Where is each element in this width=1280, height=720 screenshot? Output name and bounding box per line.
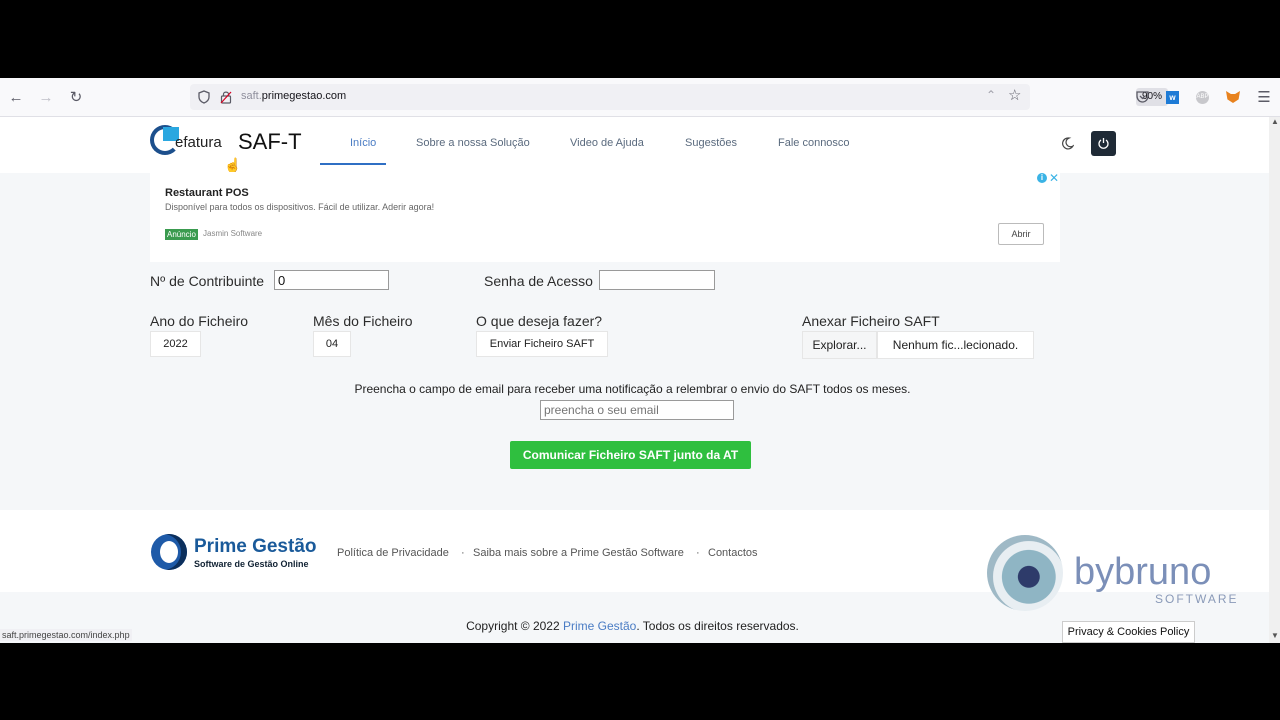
- url-bar[interactable]: saft.primegestao.com 90% ⌃ ☆: [190, 84, 1169, 110]
- ad-info-icon[interactable]: i: [1037, 173, 1047, 183]
- site-header: efatura SAF-T Início Sobre a nossa Soluç…: [0, 117, 1269, 173]
- forward-icon[interactable]: →: [35, 86, 57, 108]
- year-select[interactable]: 2022: [150, 331, 201, 357]
- star-icon[interactable]: ☆: [1008, 86, 1021, 104]
- submit-saft-button[interactable]: Comunicar Ficheiro SAFT junto da AT: [510, 441, 751, 469]
- attach-label: Anexar Ficheiro SAFT: [802, 313, 940, 329]
- extension-icon[interactable]: w: [1166, 91, 1179, 104]
- lock-icon[interactable]: [220, 90, 232, 104]
- month-label: Mês do Ficheiro: [313, 313, 413, 329]
- reload-icon[interactable]: ↻: [65, 86, 87, 108]
- year-label: Ano do Ficheiro: [150, 313, 249, 329]
- ad-description: Disponível para todos os dispositivos. F…: [165, 202, 435, 212]
- password-label: Senha de Acesso: [484, 273, 593, 289]
- metamask-icon[interactable]: [1226, 91, 1240, 103]
- email-input[interactable]: [540, 400, 734, 420]
- bybruno-sub: SOFTWARE: [1155, 592, 1239, 606]
- nav-active-underline: [320, 163, 386, 165]
- back-icon[interactable]: ←: [5, 86, 27, 108]
- browser-toolbar: ← → ↻ saft.primegestao.com 90% ⌃ ☆ w ABP…: [0, 78, 1280, 117]
- footer-sep: ·: [696, 547, 700, 559]
- privacy-link[interactable]: Política de Privacidade: [337, 547, 449, 559]
- bybruno-watermark: bybruno SOFTWARE: [985, 533, 1237, 613]
- nav-home[interactable]: Início: [350, 137, 376, 149]
- page-viewport: efatura SAF-T Início Sobre a nossa Soluç…: [0, 117, 1269, 643]
- moon-icon[interactable]: [1061, 137, 1074, 150]
- bybruno-name: bybruno: [1074, 551, 1212, 593]
- ad-badge: Anúncio: [165, 229, 198, 240]
- footer-sep: ·: [461, 547, 465, 559]
- prime-gestao-logo[interactable]: Prime Gestão Software de Gestão Online: [150, 532, 325, 572]
- email-prompt: Preencha o campo de email para receber u…: [354, 382, 911, 396]
- power-icon: [1098, 138, 1109, 149]
- reader-icon[interactable]: ⌃: [986, 88, 996, 102]
- ad-close-icon[interactable]: ✕: [1049, 171, 1059, 185]
- scroll-down-icon[interactable]: ▼: [1271, 631, 1279, 640]
- nav-video[interactable]: Video de Ajuda: [570, 137, 644, 149]
- url-text[interactable]: saft.primegestao.com: [241, 90, 346, 102]
- shield-icon[interactable]: [198, 90, 210, 104]
- page-scrollbar[interactable]: ▲ ▼: [1269, 117, 1280, 643]
- efatura-logo[interactable]: efatura: [150, 125, 232, 159]
- logo-text: efatura: [175, 134, 222, 151]
- cookies-policy-button[interactable]: Privacy & Cookies Policy: [1062, 621, 1195, 643]
- bybruno-logo-icon: [987, 535, 1063, 611]
- nav-suggestions[interactable]: Sugestões: [685, 137, 737, 149]
- password-input[interactable]: [599, 270, 715, 290]
- action-label: O que deseja fazer?: [476, 313, 603, 329]
- ad-open-button[interactable]: Abrir: [998, 223, 1044, 245]
- product-title: SAF-T: [238, 129, 302, 154]
- menu-icon[interactable]: ☰: [1253, 86, 1275, 108]
- nif-label: Nº de Contribuinte: [150, 273, 265, 289]
- about-link[interactable]: Saiba mais sobre a Prime Gestão Software: [473, 547, 684, 559]
- pocket-icon[interactable]: [1136, 91, 1149, 103]
- prime-brand-tagline: Software de Gestão Online: [194, 559, 309, 569]
- prime-brand-name: Prime Gestão: [194, 536, 317, 557]
- action-select[interactable]: Enviar Ficheiro SAFT: [476, 331, 608, 357]
- ad-banner[interactable]: Restaurant POS Disponível para todos os …: [150, 171, 1060, 262]
- ad-advertiser: Jasmin Software: [203, 229, 263, 238]
- month-select[interactable]: 04: [313, 331, 351, 357]
- power-button[interactable]: [1091, 131, 1116, 156]
- prime-logo-icon-inner: [160, 541, 178, 563]
- scroll-up-icon[interactable]: ▲: [1271, 117, 1279, 126]
- nav-contact[interactable]: Fale connosco: [778, 137, 850, 149]
- adblock-icon[interactable]: ABP: [1196, 91, 1209, 104]
- nav-about[interactable]: Sobre a nossa Solução: [416, 137, 530, 149]
- nif-input[interactable]: [274, 270, 389, 290]
- file-status: Nenhum fic...lecionado.: [877, 331, 1034, 359]
- contacts-link[interactable]: Contactos: [708, 547, 758, 559]
- browse-button[interactable]: Explorar...: [802, 331, 877, 359]
- ad-title[interactable]: Restaurant POS: [165, 187, 249, 199]
- status-url: saft.primegestao.com/index.php: [0, 629, 132, 641]
